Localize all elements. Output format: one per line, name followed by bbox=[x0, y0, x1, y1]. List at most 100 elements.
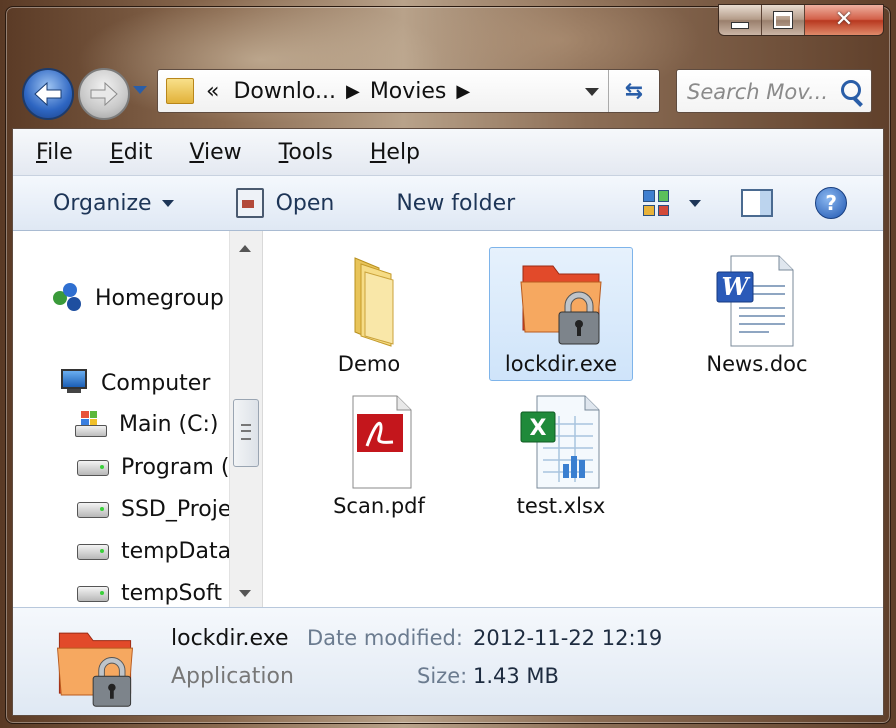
search-input[interactable] bbox=[685, 76, 839, 108]
file-name: test.xlsx bbox=[516, 494, 606, 518]
pdf-icon bbox=[331, 394, 427, 490]
refresh-button[interactable]: ⇆ bbox=[608, 70, 659, 112]
new-folder-button[interactable]: New folder bbox=[396, 176, 515, 230]
caption-buttons: ✕ bbox=[718, 4, 884, 36]
date-modified-value: 2012-11-22 12:19 bbox=[473, 626, 663, 650]
open-label: Open bbox=[275, 190, 335, 216]
help-button[interactable]: ? bbox=[815, 176, 848, 230]
svg-text:W: W bbox=[722, 272, 751, 301]
back-button[interactable] bbox=[22, 68, 74, 120]
breadcrumb: « Downlo... ▶ Movies ▶ bbox=[206, 79, 480, 104]
nav-drive-tempdata[interactable]: tempData bbox=[77, 539, 229, 564]
details-file-type: Application bbox=[171, 664, 294, 689]
nav-scrollbar[interactable] bbox=[229, 231, 263, 607]
file-item-lockdir[interactable]: lockdir.exe bbox=[489, 247, 633, 381]
system-drive-icon bbox=[75, 411, 107, 437]
forward-arrow-icon bbox=[90, 81, 118, 107]
forward-button[interactable] bbox=[78, 68, 130, 120]
menu-tools[interactable]: Tools bbox=[279, 140, 333, 165]
open-button[interactable]: Open bbox=[235, 176, 335, 230]
nav-drive-label: tempData bbox=[121, 539, 229, 564]
command-bar: Organize Open New folder ? bbox=[13, 176, 883, 231]
svg-text:X: X bbox=[530, 416, 547, 441]
menu-bar: File Edit View Tools Help bbox=[13, 129, 883, 176]
menu-help[interactable]: Help bbox=[370, 140, 420, 165]
menu-file[interactable]: File bbox=[36, 140, 73, 165]
hard-drive-icon bbox=[77, 543, 109, 560]
maximize-icon bbox=[773, 11, 793, 29]
file-name: lockdir.exe bbox=[504, 352, 618, 376]
view-options-dropdown[interactable] bbox=[689, 176, 702, 230]
views-icon bbox=[643, 190, 670, 216]
nav-drive-tempsoft[interactable]: tempSoft ( bbox=[77, 581, 229, 606]
nav-homegroup-label: Homegroup bbox=[95, 285, 224, 311]
organize-label: Organize bbox=[53, 190, 152, 216]
locked-folder-icon bbox=[513, 252, 609, 348]
nav-computer[interactable]: Computer bbox=[57, 369, 210, 397]
chevron-down-icon bbox=[689, 199, 702, 207]
locked-folder-icon bbox=[47, 620, 143, 710]
minimize-icon bbox=[731, 21, 749, 29]
chevron-down-icon bbox=[161, 199, 174, 207]
recent-pages-dropdown[interactable] bbox=[133, 86, 147, 94]
nav-drive-program[interactable]: Program ( bbox=[77, 455, 229, 480]
file-item-test[interactable]: X test.xlsx bbox=[489, 389, 633, 523]
breadcrumb-downloads[interactable]: Downlo... bbox=[233, 79, 336, 104]
change-view-button[interactable] bbox=[643, 176, 670, 230]
hard-drive-icon bbox=[77, 585, 109, 602]
size-value: 1.43 MB bbox=[473, 664, 559, 688]
scrollbar-thumb[interactable] bbox=[233, 399, 259, 467]
minimize-button[interactable] bbox=[719, 5, 762, 35]
grip-icon bbox=[241, 424, 251, 440]
size-label: Size: bbox=[417, 664, 468, 688]
file-item-scan[interactable]: Scan.pdf bbox=[307, 389, 451, 523]
details-pane: lockdir.exe Application Date modified: 2… bbox=[13, 607, 883, 715]
search-box[interactable] bbox=[676, 69, 872, 113]
file-name: Scan.pdf bbox=[333, 494, 425, 518]
date-modified-label: Date modified: bbox=[307, 626, 463, 650]
excel-spreadsheet-icon: X bbox=[513, 394, 609, 490]
address-history-dropdown[interactable] bbox=[585, 88, 599, 96]
file-item-news[interactable]: W News.doc bbox=[685, 247, 829, 381]
nav-drive-label: Program ( bbox=[121, 455, 229, 480]
computer-icon bbox=[57, 369, 89, 397]
preview-pane-button[interactable] bbox=[741, 176, 774, 230]
search-icon[interactable] bbox=[841, 80, 861, 100]
nav-homegroup[interactable]: Homegroup bbox=[53, 283, 224, 313]
hard-drive-icon bbox=[77, 459, 109, 476]
new-folder-label: New folder bbox=[396, 190, 516, 216]
file-list: Demo lockdir.exe W News.doc Scan.pdf X t… bbox=[263, 231, 883, 607]
word-document-icon: W bbox=[709, 252, 805, 348]
file-name: Demo bbox=[337, 352, 401, 376]
open-icon bbox=[235, 188, 264, 218]
close-button[interactable]: ✕ bbox=[805, 5, 883, 35]
breadcrumb-movies[interactable]: Movies bbox=[370, 79, 447, 104]
nav-drive-label: Main (C:) bbox=[119, 411, 219, 437]
hard-drive-icon bbox=[77, 501, 109, 518]
scroll-down-arrow-icon[interactable] bbox=[239, 590, 251, 597]
address-bar[interactable]: « Downlo... ▶ Movies ▶ ⇆ bbox=[157, 69, 660, 113]
chevron-right-icon[interactable]: ▶ bbox=[346, 81, 360, 102]
chevron-right-icon[interactable]: ▶ bbox=[456, 81, 470, 102]
details-file-name: lockdir.exe bbox=[171, 626, 289, 651]
nav-drive-label: tempSoft ( bbox=[121, 581, 229, 606]
nav-drive-label: SSD_Proje bbox=[121, 497, 229, 522]
refresh-icon: ⇆ bbox=[624, 78, 644, 104]
menu-view[interactable]: View bbox=[189, 140, 241, 165]
maximize-button[interactable] bbox=[762, 5, 805, 35]
organize-button[interactable]: Organize bbox=[53, 176, 174, 230]
menu-edit[interactable]: Edit bbox=[110, 140, 153, 165]
scroll-up-arrow-icon[interactable] bbox=[239, 245, 251, 252]
navigation-pane: Homegroup Computer Main (C:) Program ( S… bbox=[13, 231, 229, 607]
breadcrumb-overflow[interactable]: « bbox=[206, 79, 219, 104]
close-icon: ✕ bbox=[834, 7, 854, 32]
nav-drive-ssd[interactable]: SSD_Proje bbox=[77, 497, 229, 522]
back-arrow-icon bbox=[34, 81, 62, 107]
file-item-demo[interactable]: Demo bbox=[297, 247, 441, 381]
homegroup-icon bbox=[53, 283, 83, 313]
nav-drive-main[interactable]: Main (C:) bbox=[75, 411, 218, 437]
explorer-window: File Edit View Tools Help Organize Open … bbox=[12, 128, 884, 716]
help-icon: ? bbox=[815, 187, 848, 219]
preview-pane-icon bbox=[741, 189, 774, 217]
file-name: News.doc bbox=[706, 352, 808, 376]
